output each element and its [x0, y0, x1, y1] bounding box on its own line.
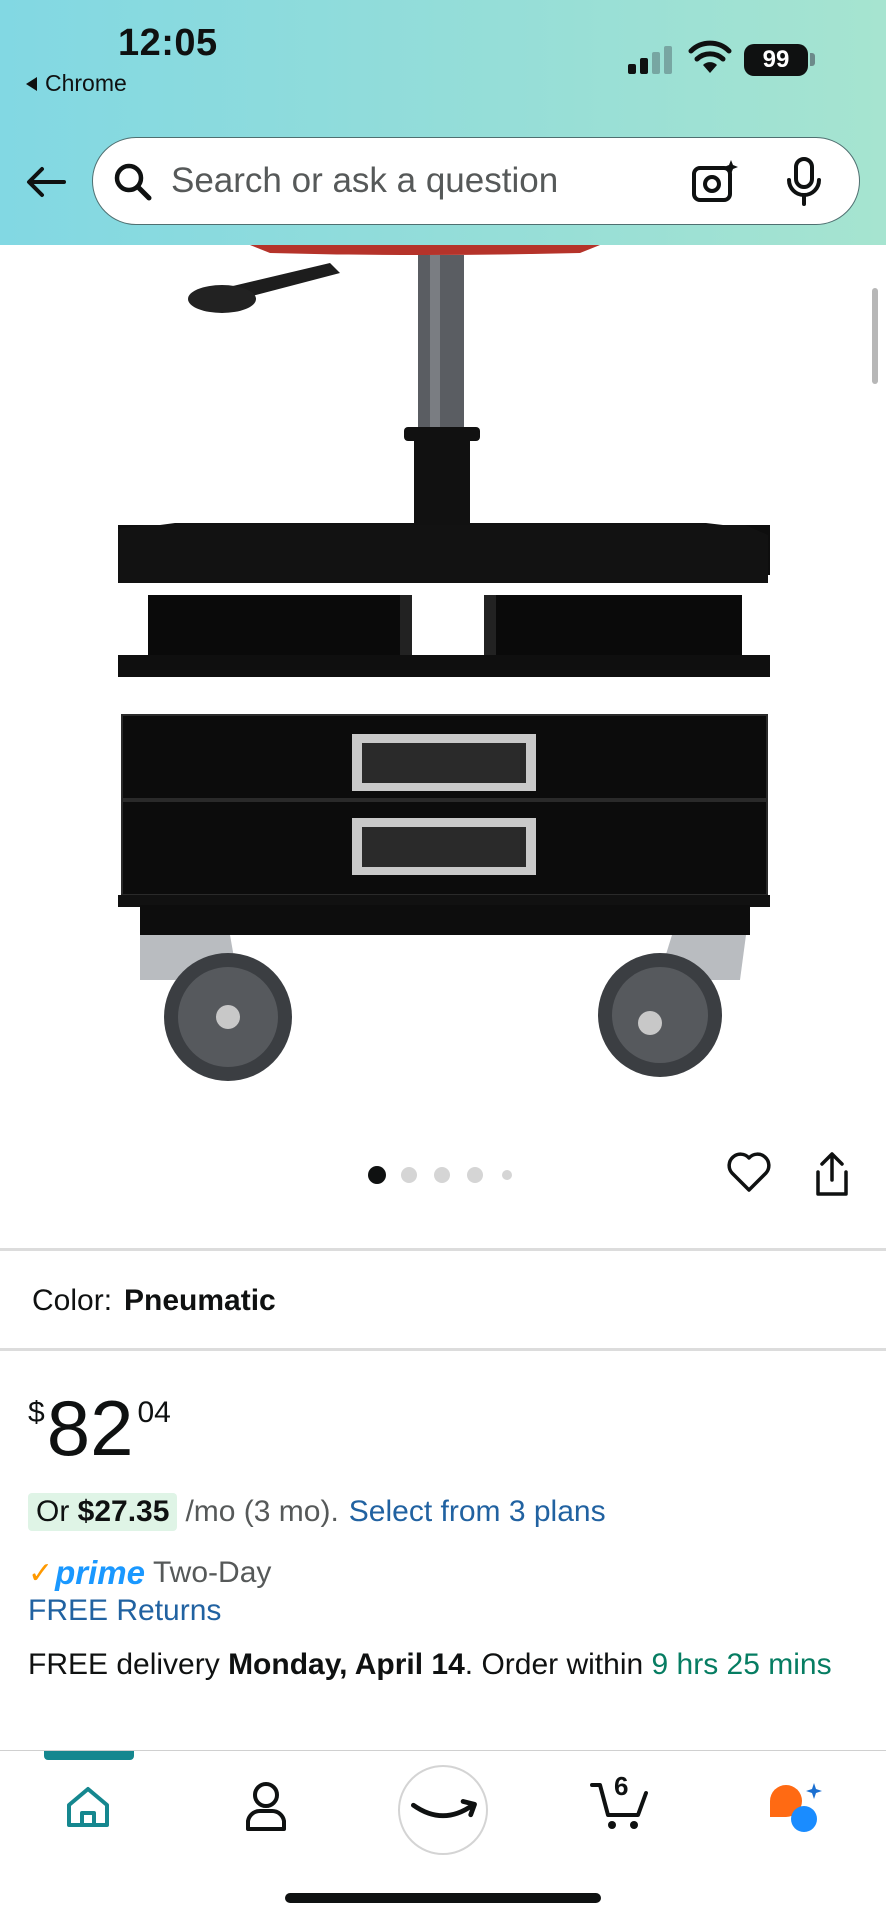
prime-speed: Two-Day [153, 1556, 272, 1589]
wishlist-heart-icon[interactable] [726, 1150, 772, 1194]
home-icon[interactable] [64, 1783, 112, 1831]
profile-icon[interactable] [244, 1781, 288, 1831]
delivery-info: FREE delivery Monday, April 14. Order wi… [28, 1644, 848, 1685]
page-scrollbar[interactable] [872, 288, 878, 384]
search-input[interactable]: Search or ask a question [171, 161, 558, 201]
price-fraction: 04 [137, 1396, 171, 1429]
delivery-middle: . Order within [464, 1648, 652, 1681]
rufus-assistant-icon[interactable] [766, 1781, 824, 1833]
cart-count-badge: 6 [614, 1771, 629, 1801]
price: $ 82 04 [28, 1388, 171, 1468]
wifi-icon [688, 40, 732, 73]
color-selector[interactable]: Color: Pneumatic [32, 1284, 276, 1318]
color-value: Pneumatic [124, 1284, 276, 1317]
prime-badge: ✓ prime Two-Day [28, 1554, 271, 1592]
amazon-smile-button[interactable] [398, 1765, 488, 1855]
delivery-countdown: 9 hrs 25 mins [651, 1648, 832, 1681]
back-triangle-icon [26, 76, 37, 91]
battery-cap [810, 53, 815, 66]
product-image[interactable] [0, 245, 886, 1115]
section-divider [0, 1348, 886, 1351]
microphone-icon[interactable] [785, 156, 823, 208]
browser-header: 12:05 Chrome 99 Search or ask a question [0, 0, 886, 245]
image-dot-1[interactable] [368, 1166, 386, 1184]
active-tab-indicator [44, 1751, 134, 1760]
installment-offer: Or $27.35 /mo (3 mo). Select from 3 plan… [28, 1493, 606, 1531]
search-bar[interactable]: Search or ask a question [92, 137, 860, 225]
price-symbol: $ [28, 1396, 45, 1429]
installment-amount: $27.35 [77, 1495, 170, 1528]
image-dot-2[interactable] [401, 1167, 417, 1183]
search-icon [114, 163, 152, 201]
back-app-label: Chrome [45, 70, 127, 96]
bottom-nav: 6 [0, 1750, 886, 1920]
share-icon[interactable] [812, 1150, 852, 1198]
image-dot-3[interactable] [434, 1167, 450, 1183]
battery-indicator: 99 [744, 44, 808, 76]
installment-plans-link[interactable]: Select from 3 plans [349, 1495, 606, 1529]
amazon-smile-icon [410, 1799, 477, 1818]
installment-term: /mo (3 mo). [185, 1495, 339, 1528]
prime-logo: prime [55, 1554, 146, 1591]
prime-check-icon: ✓ [28, 1556, 54, 1590]
image-dot-4[interactable] [467, 1167, 483, 1183]
status-time: 12:05 [118, 22, 218, 64]
installment-pill: Or $27.35 [28, 1493, 178, 1531]
installment-prefix: Or [36, 1495, 78, 1528]
section-divider [0, 1248, 886, 1251]
price-whole: 82 [46, 1384, 134, 1472]
home-indicator[interactable] [285, 1893, 601, 1903]
back-to-chrome[interactable]: Chrome [26, 70, 127, 97]
delivery-prefix: FREE delivery [28, 1648, 229, 1681]
back-arrow-icon[interactable] [24, 160, 68, 204]
color-label: Color: [32, 1284, 113, 1317]
camera-search-icon[interactable] [691, 158, 739, 206]
image-dot-5[interactable] [502, 1170, 512, 1180]
cellular-signal-icon [628, 46, 672, 74]
free-returns-link[interactable]: FREE Returns [28, 1594, 221, 1628]
delivery-date: Monday, April 14 [228, 1648, 465, 1681]
